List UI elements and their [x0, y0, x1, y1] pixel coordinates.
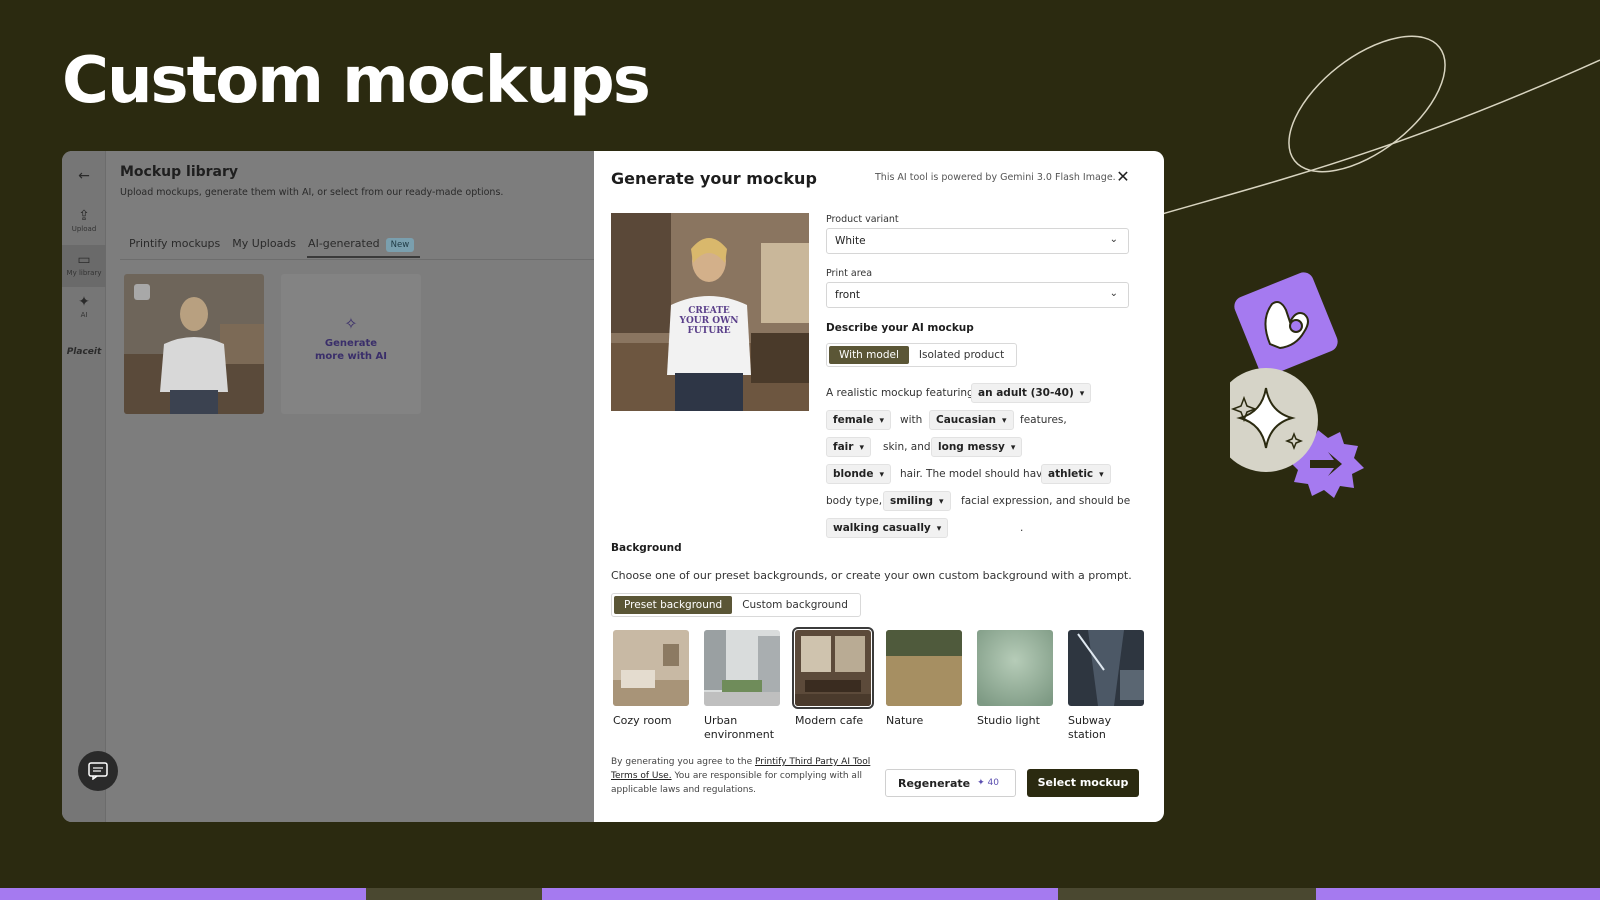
sentence-text: with	[900, 414, 923, 426]
ok-hand-icon	[1234, 272, 1338, 376]
tab-printify-mockups[interactable]: Printify mockups	[128, 235, 221, 258]
modern-cafe-photo	[795, 630, 871, 706]
print-area-label: Print area	[826, 268, 873, 279]
background-mode-toggle: Preset background Custom background	[611, 593, 861, 617]
rail-my-library[interactable]: ▭ My library	[62, 245, 106, 287]
sentence-text: facial expression, and should be	[961, 495, 1131, 507]
nature-photo	[886, 630, 962, 706]
mode-isolated-product[interactable]: Isolated product	[909, 346, 1014, 364]
sentence-text: A realistic mockup featuring	[826, 387, 974, 399]
sentence-text: features,	[1020, 414, 1067, 426]
chevron-down-icon: ▾	[879, 416, 884, 426]
action-dropdown[interactable]: walking casually ▾	[826, 518, 949, 538]
chevron-down-icon: ▾	[938, 497, 944, 507]
background-cozy-room[interactable]: Cozy room	[613, 630, 689, 728]
generate-more-card[interactable]: ✧ Generate more with AI	[281, 274, 421, 414]
background-title: Background	[611, 542, 682, 554]
library-subtitle: Upload mockups, generate them with AI, o…	[120, 187, 504, 198]
svg-text:YOUR OWN: YOUR OWN	[679, 316, 739, 326]
chat-button[interactable]	[78, 751, 118, 791]
background-subway-station[interactable]: Subway station	[1068, 630, 1144, 742]
tabs-divider	[120, 259, 594, 260]
select-mockup-button[interactable]: Select mockup	[1027, 769, 1139, 797]
generate-mockup-modal: Generate your mockup This AI tool is pow…	[594, 151, 1164, 822]
side-rail: ← ⇪ Upload ▭ My library ✦ AI Placeit	[62, 151, 106, 822]
mockup-preview-image: CREATE YOUR OWN FUTURE	[611, 213, 809, 411]
sentence-text: hair. The model should have	[900, 468, 1049, 480]
close-button[interactable]: ✕	[1114, 168, 1132, 186]
mockup-mode-toggle: With model Isolated product	[826, 343, 1018, 367]
app-window: ← ⇪ Upload ▭ My library ✦ AI Placeit Moc…	[62, 151, 1164, 822]
gender-dropdown[interactable]: female ▾	[826, 410, 891, 430]
studio-light-photo	[977, 630, 1053, 706]
background-modern-cafe[interactable]: Modern cafe	[792, 627, 874, 728]
print-area-select[interactable]: front ⌄	[826, 282, 1129, 308]
bottom-color-strip	[0, 888, 1600, 900]
svg-text:FUTURE: FUTURE	[687, 326, 730, 336]
back-button[interactable]: ←	[62, 169, 106, 183]
sentence-text: body type,	[826, 495, 883, 507]
background-studio-light[interactable]: Studio light	[977, 630, 1053, 728]
mode-with-model[interactable]: With model	[829, 346, 909, 364]
folder-icon: ▭	[77, 252, 91, 268]
library-tabs: Printify mockups My Uploads AI-generated…	[128, 235, 421, 258]
modal-title: Generate your mockup	[611, 169, 817, 188]
chevron-down-icon: ⌄	[1109, 234, 1118, 245]
regenerate-button[interactable]: Regenerate ✦ 40	[885, 769, 1016, 797]
sticker-cluster	[1230, 272, 1364, 498]
library-title: Mockup library	[120, 164, 239, 180]
age-dropdown[interactable]: an adult (30-40) ▾	[971, 383, 1092, 403]
cozy-room-photo	[613, 630, 689, 706]
select-checkbox[interactable]	[134, 284, 150, 300]
chevron-down-icon: ▾	[1010, 443, 1016, 453]
background-urban-environment[interactable]: Urban environment	[704, 630, 780, 742]
hair-color-dropdown[interactable]: blonde ▾	[826, 464, 891, 484]
subway-photo	[1068, 630, 1144, 706]
product-variant-label: Product variant	[826, 214, 899, 225]
chevron-down-icon: ▾	[1099, 470, 1104, 480]
placeit-logo[interactable]: Placeit	[62, 347, 106, 357]
background-description: Choose one of our preset backgrounds, or…	[611, 569, 1132, 582]
chevron-down-icon: ▾	[1079, 389, 1085, 399]
arrow-left-icon: ←	[78, 168, 90, 184]
chevron-down-icon: ▾	[936, 524, 942, 534]
powered-by-note: This AI tool is powered by Gemini 3.0 Fl…	[875, 172, 1116, 183]
body-type-dropdown[interactable]: athletic ▾	[1041, 464, 1111, 484]
ethnicity-dropdown[interactable]: Caucasian ▾	[929, 410, 1014, 430]
preview-photo: CREATE YOUR OWN FUTURE	[611, 213, 809, 411]
tab-ai-generated[interactable]: AI-generated New	[307, 235, 421, 258]
credits-count: ✦ 40	[977, 778, 999, 788]
chevron-down-icon: ▾	[859, 443, 864, 453]
new-badge: New	[385, 238, 415, 252]
generated-mockup-thumbnail[interactable]	[124, 274, 264, 414]
rail-upload[interactable]: ⇪ Upload	[62, 205, 106, 241]
background-nature[interactable]: Nature	[886, 630, 962, 728]
close-icon: ✕	[1116, 167, 1130, 186]
rail-ai[interactable]: ✦ AI	[62, 295, 106, 329]
upload-icon: ⇪	[78, 208, 90, 224]
chevron-down-icon: ▾	[879, 470, 884, 480]
preset-background-option[interactable]: Preset background	[614, 596, 733, 614]
sentence-text: .	[1020, 522, 1024, 534]
sparkle-icon: ✦	[78, 294, 90, 310]
sentence-text: skin, and	[883, 441, 931, 453]
chevron-down-icon: ⌄	[1109, 288, 1118, 299]
hair-style-dropdown[interactable]: long messy ▾	[931, 437, 1023, 457]
sparkle-icon: ✦	[977, 778, 985, 788]
svg-text:CREATE: CREATE	[688, 306, 730, 316]
sparkle-icon: ✧	[344, 314, 358, 333]
chevron-down-icon: ▾	[1002, 416, 1007, 426]
product-variant-select[interactable]: White ⌄	[826, 228, 1129, 254]
skin-dropdown[interactable]: fair ▾	[826, 437, 871, 457]
chat-icon	[88, 762, 108, 780]
describe-mockup-title: Describe your AI mockup	[826, 322, 974, 334]
tab-my-uploads[interactable]: My Uploads	[231, 235, 297, 258]
urban-photo	[704, 630, 780, 706]
legal-notice: By generating you agree to the Printify …	[611, 757, 871, 795]
custom-background-option[interactable]: Custom background	[732, 596, 858, 614]
expression-dropdown[interactable]: smiling ▾	[883, 491, 951, 511]
mockup-library-pane: ← ⇪ Upload ▭ My library ✦ AI Placeit Moc…	[62, 151, 594, 822]
